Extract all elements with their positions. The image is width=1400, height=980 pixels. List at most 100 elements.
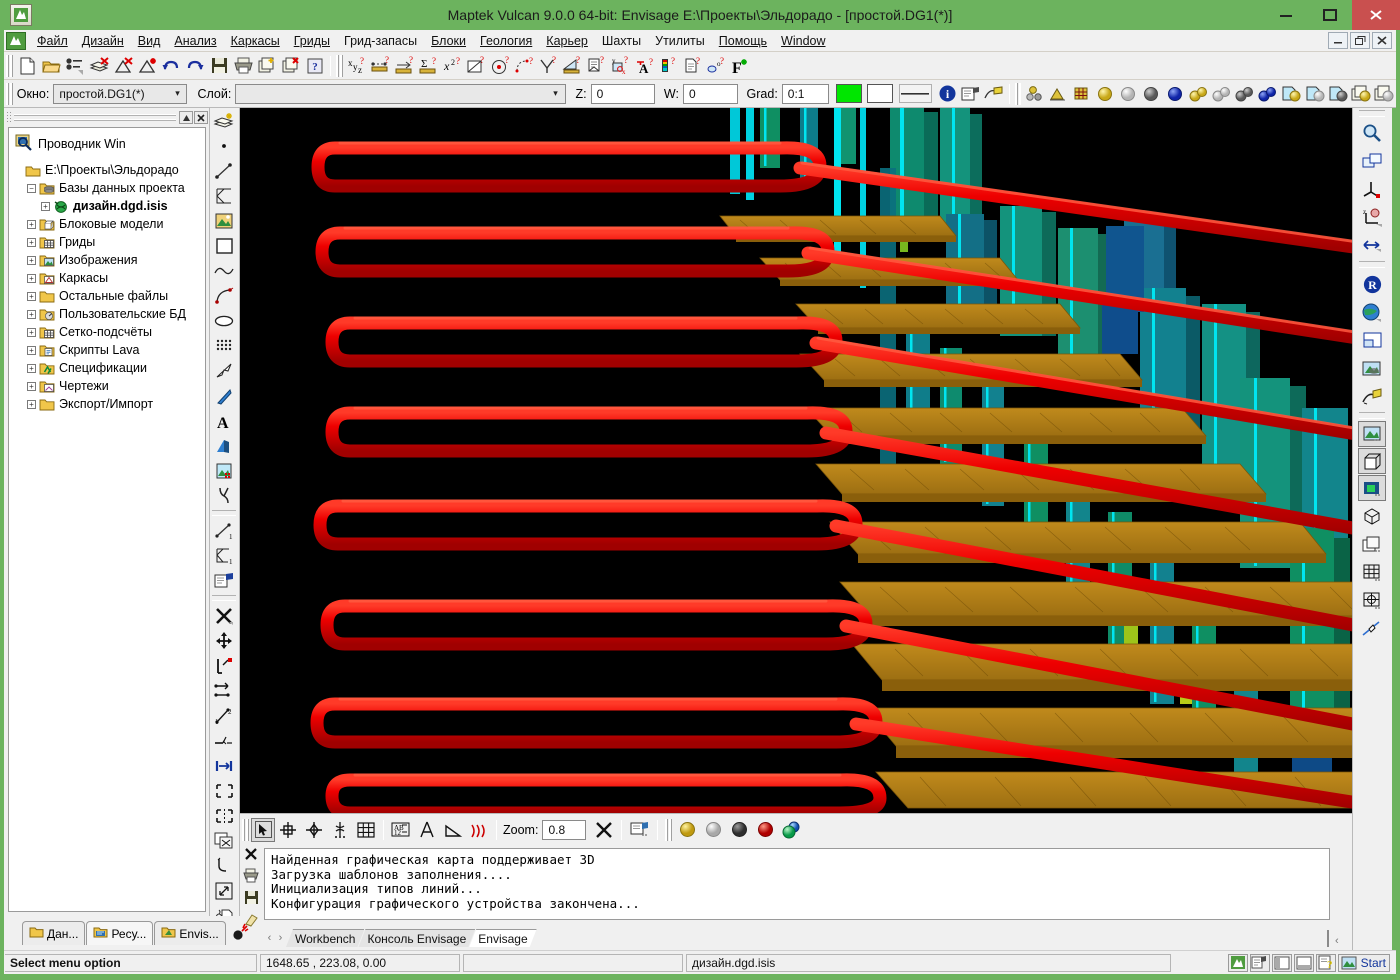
toolbar-grip[interactable] bbox=[6, 54, 13, 77]
grid-view-icon[interactable] bbox=[1357, 558, 1387, 586]
rotate-point-icon[interactable] bbox=[210, 653, 238, 678]
explorer-grip[interactable] bbox=[6, 111, 12, 124]
text-3d-tool-icon[interactable] bbox=[210, 433, 238, 458]
tree-item[interactable]: + дизайн.dgd.isis bbox=[13, 197, 205, 215]
snap-settings-icon[interactable] bbox=[626, 817, 652, 843]
print-console-icon[interactable] bbox=[243, 868, 259, 886]
image-tool-icon[interactable] bbox=[210, 208, 238, 233]
expand-icon[interactable]: + bbox=[27, 273, 36, 283]
select-arrow-icon[interactable] bbox=[251, 817, 275, 842]
image-insert-tool-icon[interactable] bbox=[210, 458, 238, 483]
explorer-tree-body[interactable]: Проводник Win E:\Проекты\Эльдорадо − Базы … bbox=[8, 127, 206, 912]
digitise-line-icon[interactable]: 1 bbox=[210, 518, 238, 543]
console-output[interactable]: Найденная графическая карта поддерживает… bbox=[264, 848, 1330, 920]
expand-icon[interactable]: + bbox=[27, 363, 36, 373]
point-grid-tool-icon[interactable] bbox=[210, 333, 238, 358]
new-layer-icon[interactable] bbox=[210, 108, 238, 133]
tab-envisage-console[interactable]: Консоль Envisage bbox=[358, 929, 475, 947]
stack-sphere-yellow-icon[interactable] bbox=[1350, 82, 1373, 106]
grid-snap-icon[interactable] bbox=[353, 817, 379, 843]
coordinates-query-icon[interactable]: x y z? bbox=[345, 54, 369, 78]
target-grid-icon[interactable] bbox=[1357, 586, 1387, 614]
clear-snap-icon[interactable] bbox=[591, 817, 617, 843]
menu-item-grids[interactable]: Гриды bbox=[287, 32, 337, 50]
wireframe-box-icon[interactable] bbox=[1358, 448, 1386, 474]
triangulation-shade-icon[interactable] bbox=[1047, 82, 1070, 106]
globe-view-icon[interactable] bbox=[1357, 298, 1387, 326]
pair-blue-icon[interactable] bbox=[1256, 82, 1279, 106]
arc-query-icon[interactable]: ? bbox=[513, 54, 537, 78]
clear-console-icon[interactable] bbox=[244, 847, 258, 864]
layer-sphere-yellow-icon[interactable] bbox=[1280, 82, 1303, 106]
extend-corners-icon[interactable] bbox=[210, 778, 238, 803]
spline-tool-icon[interactable] bbox=[210, 258, 238, 283]
menu-item-analysis[interactable]: Анализ bbox=[167, 32, 223, 50]
snap-point-icon[interactable] bbox=[327, 817, 353, 843]
scale-object-icon[interactable] bbox=[210, 878, 238, 903]
expand-icon[interactable]: + bbox=[27, 327, 36, 337]
undo-icon[interactable] bbox=[159, 54, 183, 78]
console-splitter[interactable] bbox=[1327, 930, 1329, 947]
menu-item-geology[interactable]: Геология bbox=[473, 32, 539, 50]
image-render-icon[interactable] bbox=[1358, 421, 1386, 447]
sphere-white-icon[interactable] bbox=[700, 817, 726, 843]
info-icon[interactable]: i bbox=[936, 82, 959, 106]
layer-combo[interactable]: ▾ bbox=[235, 83, 566, 104]
delete-object-icon[interactable] bbox=[210, 603, 238, 628]
stack-sphere-white-icon[interactable] bbox=[1373, 82, 1396, 106]
menu-item-underground[interactable]: Шахты bbox=[595, 32, 648, 50]
help-icon[interactable]: ? bbox=[303, 54, 327, 78]
new-triangulation-icon[interactable] bbox=[135, 54, 159, 78]
sphere-multi-icon[interactable] bbox=[778, 817, 804, 843]
document-query-icon[interactable]: ? bbox=[681, 54, 705, 78]
snap-tool-icon[interactable] bbox=[210, 483, 238, 508]
mdi-minimize-button[interactable] bbox=[1328, 32, 1348, 49]
close-button[interactable] bbox=[1352, 0, 1400, 30]
pan-window-icon[interactable] bbox=[1357, 147, 1387, 175]
measure-offset-icon[interactable]: ? bbox=[393, 54, 417, 78]
pointer-tool-icon[interactable] bbox=[210, 383, 238, 408]
new-window-icon[interactable] bbox=[255, 54, 279, 78]
panel-tab-data[interactable]: Дан... bbox=[22, 921, 86, 945]
sphere-group-grip[interactable] bbox=[665, 818, 673, 841]
menu-item-help[interactable]: Помощь bbox=[712, 32, 774, 50]
layer-sphere-grey-icon[interactable] bbox=[1326, 82, 1349, 106]
sphere-red-icon[interactable] bbox=[752, 817, 778, 843]
perspective-box-icon[interactable] bbox=[1357, 502, 1387, 530]
center-target-icon[interactable] bbox=[301, 817, 327, 843]
point-tool-icon[interactable] bbox=[210, 133, 238, 158]
tree-item[interactable]: + Спецификации bbox=[13, 359, 205, 377]
panel-tab-resources[interactable]: Ресу... bbox=[86, 921, 154, 945]
save-console-icon[interactable] bbox=[244, 890, 259, 908]
crosshair-icon[interactable] bbox=[275, 817, 301, 843]
contour-snap-icon[interactable] bbox=[466, 817, 492, 843]
menu-item-view[interactable]: Вид bbox=[131, 32, 168, 50]
minimize-button[interactable] bbox=[1264, 0, 1308, 30]
expand-icon[interactable]: + bbox=[41, 201, 50, 211]
circle-center-icon[interactable]: ? bbox=[489, 54, 513, 78]
angle-snap-icon[interactable] bbox=[440, 817, 466, 843]
new-file-icon[interactable] bbox=[15, 54, 39, 78]
shaded-box-icon[interactable] bbox=[1358, 475, 1386, 501]
layer-paint-icon[interactable] bbox=[982, 82, 1005, 106]
mdi-restore-button[interactable] bbox=[1350, 32, 1370, 49]
window-layout-icon[interactable] bbox=[1357, 326, 1387, 354]
angle-query-icon[interactable]: ? bbox=[537, 54, 561, 78]
secondary-color-swatch[interactable] bbox=[867, 84, 893, 103]
panel-bottom-status-icon[interactable] bbox=[1293, 953, 1314, 972]
maximize-button[interactable] bbox=[1308, 0, 1352, 30]
layer-sphere-white-icon[interactable] bbox=[1303, 82, 1326, 106]
digitise-polyline-icon[interactable]: 1 bbox=[210, 543, 238, 568]
pair-grey-icon[interactable] bbox=[1233, 82, 1256, 106]
sphere-yellow-icon[interactable] bbox=[1093, 82, 1116, 106]
tab-workbench[interactable]: Workbench bbox=[286, 929, 364, 947]
formula-new-icon[interactable]: F bbox=[729, 54, 753, 78]
panel-tab-envisage[interactable]: Envis... bbox=[154, 921, 226, 945]
explorer-collapse-button[interactable] bbox=[179, 111, 193, 124]
panel-left-status-icon[interactable] bbox=[1271, 953, 1292, 972]
menu-item-utilities[interactable]: Утилиты bbox=[648, 32, 712, 50]
sphere-white-icon[interactable] bbox=[1117, 82, 1140, 106]
envisage-status-icon[interactable] bbox=[1227, 953, 1248, 972]
vulcan-start-icon[interactable]: Start bbox=[1337, 953, 1390, 972]
explorer-close-button[interactable] bbox=[194, 111, 208, 124]
